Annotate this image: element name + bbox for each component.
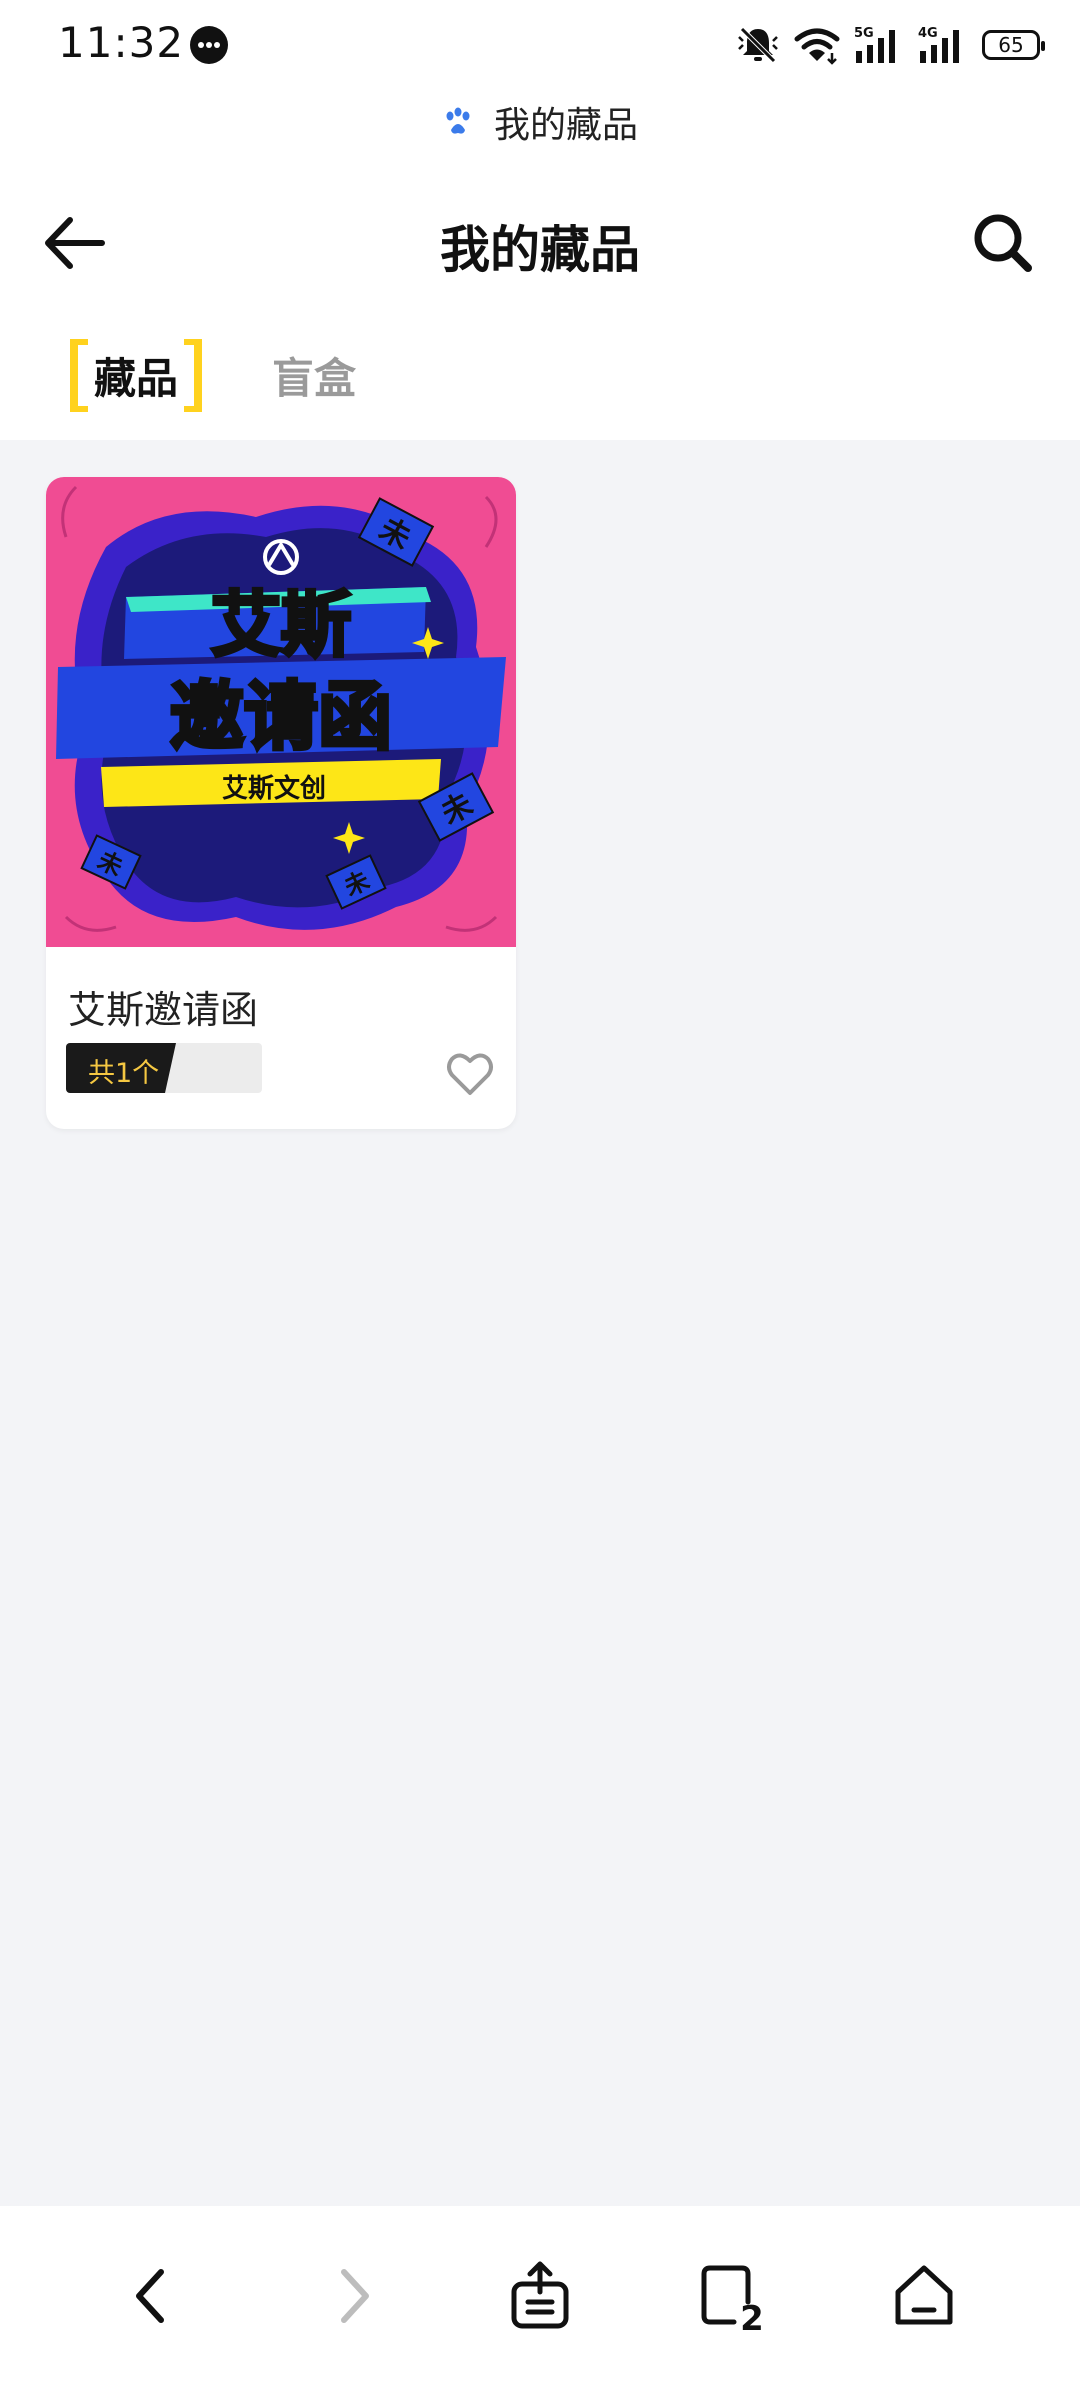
page-title: 我的藏品 [440, 221, 640, 279]
home-button[interactable] [884, 2256, 964, 2336]
chevron-left-icon [136, 2269, 164, 2323]
home-icon [895, 2265, 953, 2325]
heart-outline-icon[interactable] [444, 1049, 496, 1099]
battery-indicator: 65 [982, 30, 1045, 60]
site-title: 我的藏品 [493, 105, 638, 146]
header-area: 11:32 5G 4G 65 我的藏品 我的藏品 藏品 盲盒 [0, 0, 1080, 440]
signal-4g-icon: 4G [918, 26, 959, 63]
image-text-line1: 艾斯 [211, 584, 351, 666]
share-icon [511, 2261, 569, 2329]
collection-name: 艾斯邀请函 [68, 988, 259, 1032]
count-badge: 共1个 [66, 1043, 262, 1093]
tab-collection[interactable]: 藏品 [70, 338, 203, 412]
nav-bar: 我的藏品 [0, 190, 1080, 290]
net-5g-label: 5G [854, 26, 874, 41]
tab-bracket-right [184, 338, 203, 412]
net-4g-label: 4G [918, 26, 938, 41]
wifi-icon [794, 28, 840, 65]
bottom-toolbar: 2 [0, 2206, 1080, 2400]
image-ribbon-text: 艾斯文创 [222, 773, 326, 804]
page: 11:32 5G 4G 65 我的藏品 我的藏品 藏品 盲盒 艾斯 邀请函 艾斯… [0, 0, 1080, 2400]
tab-label: 盲盒 [272, 353, 357, 403]
tab-bracket-left [70, 338, 88, 412]
share-button[interactable] [500, 2256, 580, 2336]
chevron-right-icon [341, 2269, 369, 2323]
bell-muted-icon [738, 27, 778, 63]
image-text-line2: 邀请函 [170, 674, 392, 760]
tabs-count: 2 [740, 2299, 764, 2336]
tabs-icon: 2 [701, 2265, 764, 2336]
tabs: 藏品 盲盒 [70, 335, 356, 415]
site-header: 我的藏品 [0, 92, 1080, 152]
count-label: 共1个 [88, 1058, 160, 1089]
status-time: 11:32 [58, 18, 185, 67]
tab-label: 藏品 [94, 353, 179, 403]
search-icon[interactable] [968, 208, 1038, 278]
tabs-button[interactable]: 2 [692, 2256, 772, 2336]
signal-5g-icon: 5G [854, 26, 895, 63]
paw-icon [446, 107, 470, 134]
browser-back-button[interactable] [113, 2256, 193, 2336]
status-bar: 11:32 5G 4G 65 [0, 0, 1080, 90]
collection-card[interactable]: 艾斯 邀请函 艾斯文创 未 未 未 未 艾斯邀请函 共1个 [46, 477, 516, 1129]
tab-blind-box[interactable]: 盲盒 [272, 345, 356, 406]
collection-image: 艾斯 邀请函 艾斯文创 未 未 未 未 [46, 477, 516, 947]
status-icons: 5G 4G 65 [736, 20, 1045, 70]
message-bubble-icon [190, 26, 228, 64]
browser-forward-button[interactable] [312, 2256, 392, 2336]
